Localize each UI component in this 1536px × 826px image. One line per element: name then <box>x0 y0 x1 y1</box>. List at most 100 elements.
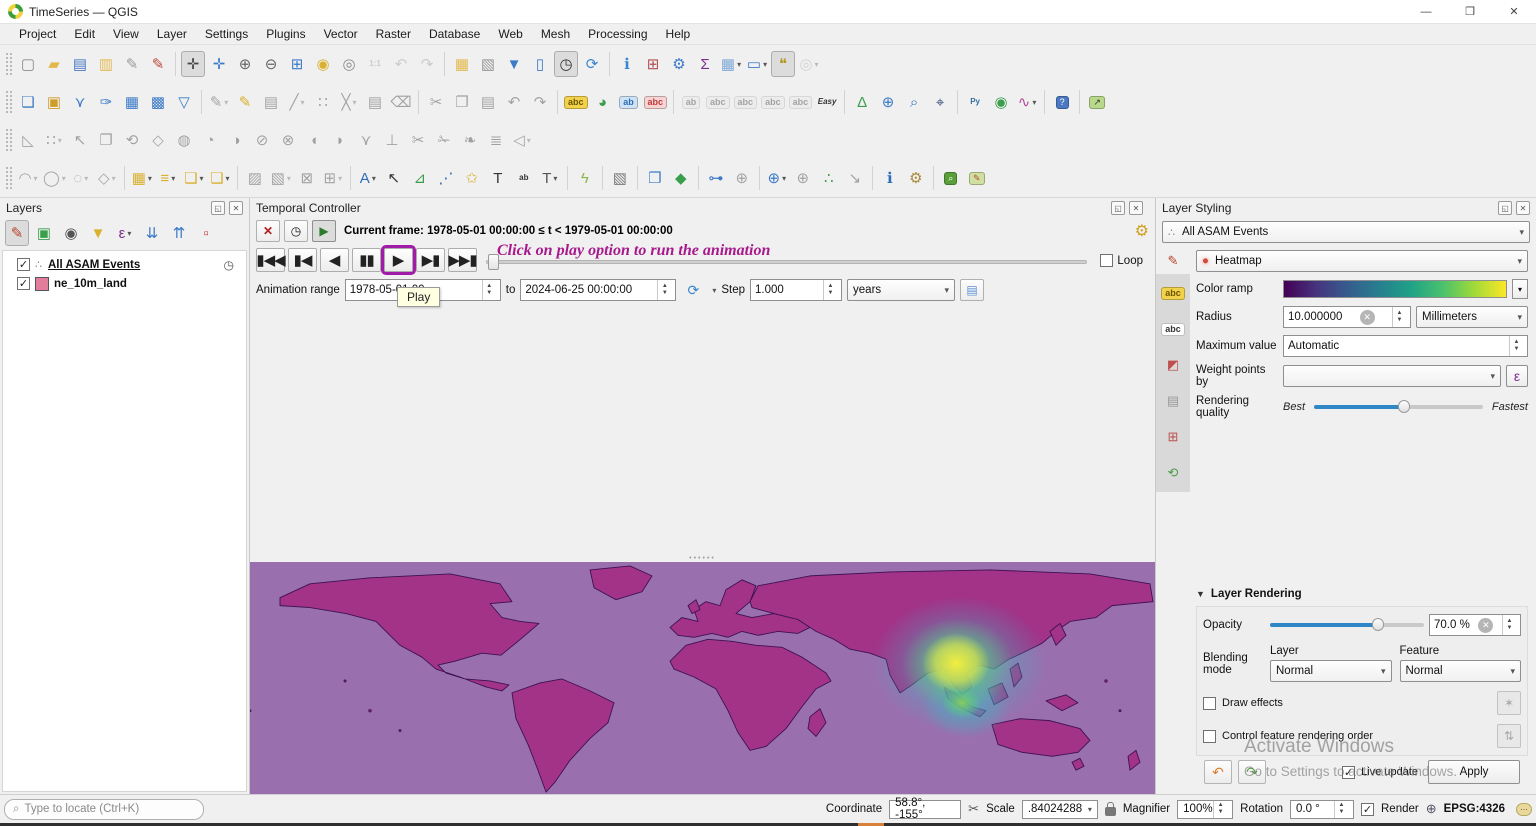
skip-to-end-button[interactable]: ▶▶▮ <box>448 248 477 272</box>
layer-visibility-checkbox[interactable]: ✓ <box>17 277 30 290</box>
shortcut-arrow-icon[interactable]: ↗ <box>1085 89 1109 115</box>
filter-expression-icon[interactable]: ε▾ <box>113 220 137 246</box>
spinner-arrows-icon[interactable]: ▲▼ <box>1392 307 1406 327</box>
history-tab-icon[interactable]: ⟲ <box>1160 460 1186 486</box>
dropdown-arrow[interactable]: ▾ <box>127 229 131 238</box>
new-shapefile-icon[interactable]: ⋎ <box>68 89 92 115</box>
menu-web[interactable]: Web <box>489 25 531 43</box>
dropdown-arrow[interactable]: ▾ <box>763 60 767 69</box>
radius-unit-combo[interactable]: Millimeters ▾ <box>1416 306 1528 328</box>
menu-processing[interactable]: Processing <box>579 25 656 43</box>
float-panel-icon[interactable]: ◱ <box>1498 201 1512 215</box>
symbology-tab-icon[interactable]: ✎ <box>1156 248 1190 274</box>
loop-control[interactable]: Loop <box>1100 254 1143 267</box>
filter-legend-icon[interactable]: ▼ <box>86 220 110 246</box>
pan-to-selection-icon[interactable]: ✛ <box>207 51 231 77</box>
new-spatialite-icon[interactable]: ✑ <box>94 89 118 115</box>
zoom-out-icon[interactable]: ⊖ <box>259 51 283 77</box>
spinner-arrows-icon[interactable]: ▲▼ <box>1213 801 1227 818</box>
dropdown-arrow[interactable]: ▾ <box>338 174 342 183</box>
dropdown-arrow[interactable]: ▾ <box>1032 98 1036 107</box>
coordinate-input[interactable]: 58.8°, -155° <box>889 800 961 819</box>
pin-labels-icon[interactable]: ab <box>617 89 641 115</box>
dropdown-arrow[interactable]: ▾ <box>301 98 305 107</box>
python-console-icon[interactable]: Py <box>963 89 987 115</box>
maximize-button[interactable]: ❐ <box>1448 0 1492 24</box>
dropdown-arrow[interactable]: ▾ <box>737 60 741 69</box>
previous-frame-button[interactable]: ▮◀ <box>288 248 317 272</box>
form-annotation-icon[interactable]: T▾ <box>538 165 562 191</box>
step-unit-combo[interactable]: years ▾ <box>847 279 955 301</box>
nominatim-lightning-icon[interactable]: ϟ <box>573 165 597 191</box>
dropdown-arrow[interactable]: ▾ <box>171 174 175 183</box>
rotation-input[interactable]: 0.0 °▲▼ <box>1290 800 1354 819</box>
add-line-annotation-icon[interactable]: ⋰ <box>434 165 458 191</box>
dropdown-arrow[interactable]: ▾ <box>200 174 204 183</box>
menu-raster[interactable]: Raster <box>367 25 420 43</box>
menu-project[interactable]: Project <box>10 25 65 43</box>
layer-blend-combo[interactable]: Normal▾ <box>1270 660 1392 682</box>
data-source-manager-icon[interactable]: ❏ <box>16 89 40 115</box>
play-button[interactable]: ▶ <box>384 248 413 272</box>
epsg-code[interactable]: EPSG:4326 <box>1444 803 1505 815</box>
scale-combo[interactable]: .84024288▾ <box>1022 800 1098 819</box>
show-bookmarks-icon[interactable]: ▯ <box>528 51 552 77</box>
menu-layer[interactable]: Layer <box>148 25 196 43</box>
control-order-checkbox[interactable] <box>1203 730 1216 743</box>
step-input[interactable]: 1.000 ▲▼ <box>750 279 842 301</box>
new-spatial-bookmark-icon[interactable]: ▼ <box>502 51 526 77</box>
dropdown-arrow[interactable]: ▾ <box>148 174 152 183</box>
apply-button[interactable]: Apply <box>1428 760 1520 784</box>
animated-navigation-button[interactable]: ▶ <box>312 220 336 242</box>
clear-value-icon[interactable]: ✕ <box>1478 618 1493 633</box>
measure-icon[interactable]: ▭▾ <box>745 51 769 77</box>
live-update-checkbox[interactable]: ✓ <box>1342 766 1355 779</box>
render-checkbox[interactable]: ✓ <box>1361 803 1374 816</box>
advanced-digitizing-icon[interactable]: Δ <box>850 89 874 115</box>
layer-rendering-header[interactable]: ▼ Layer Rendering <box>1196 588 1528 600</box>
layer-label[interactable]: ne_10m_land <box>54 278 127 290</box>
new-mesh-layer-icon[interactable]: ▩ <box>146 89 170 115</box>
style-redo-button[interactable]: ↷ <box>1238 760 1266 784</box>
dropdown-arrow[interactable]: ▾ <box>34 174 38 183</box>
dropdown-arrow[interactable]: ▾ <box>353 98 357 107</box>
expand-all-icon[interactable]: ⇊ <box>140 220 164 246</box>
highlight-pinned-labels-icon[interactable]: abc <box>643 89 669 115</box>
menu-view[interactable]: View <box>104 25 148 43</box>
metadata-info-icon[interactable]: ℹ <box>878 165 902 191</box>
extents-toggle-icon[interactable]: ✂ <box>968 801 979 817</box>
temporal-controller-icon[interactable]: ◷ <box>554 51 578 77</box>
weight-points-combo[interactable]: ▾ <box>1283 365 1501 387</box>
opacity-slider-handle[interactable] <box>1372 618 1384 631</box>
spinner-arrows-icon[interactable]: ▲▼ <box>482 280 496 300</box>
collapse-all-icon[interactable]: ⇈ <box>167 220 191 246</box>
draw-effects-checkbox[interactable] <box>1203 697 1216 710</box>
select-by-value-icon[interactable]: ≡▾ <box>156 165 180 191</box>
layer-label[interactable]: All ASAM Events <box>48 259 140 271</box>
spinner-arrows-icon[interactable]: ▲▼ <box>1502 615 1516 635</box>
radius-input[interactable]: 10.000000 ✕ ▲▼ <box>1283 306 1411 328</box>
dropdown-arrow[interactable]: ▾ <box>553 174 557 183</box>
dropdown-arrow[interactable]: ▾ <box>815 60 819 69</box>
spinner-arrows-icon[interactable]: ▲▼ <box>1334 801 1348 818</box>
play-backward-button[interactable]: ◀ <box>320 248 349 272</box>
feature-blend-combo[interactable]: Normal▾ <box>1400 660 1522 682</box>
map-edit-icon[interactable]: ✎ <box>965 165 989 191</box>
dropdown-arrow[interactable]: ▾ <box>224 98 228 107</box>
lock-scale-icon[interactable] <box>1105 807 1116 816</box>
loop-checkbox[interactable] <box>1100 254 1113 267</box>
labels-tab-icon[interactable]: abc <box>1160 280 1186 306</box>
dropdown-arrow[interactable]: ▾ <box>84 174 88 183</box>
menu-database[interactable]: Database <box>420 25 489 43</box>
styling-layer-combo[interactable]: ∴ All ASAM Events ▾ <box>1162 221 1530 243</box>
dropdown-arrow[interactable]: ▾ <box>226 174 230 183</box>
next-frame-button[interactable]: ▶▮ <box>416 248 445 272</box>
close-panel-icon[interactable]: ✕ <box>229 201 243 215</box>
diagrams-tab-icon[interactable]: ▤ <box>1160 388 1186 414</box>
dropdown-arrow[interactable]: ▾ <box>287 174 291 183</box>
style-manager-icon[interactable]: ✎ <box>146 51 170 77</box>
spinner-arrows-icon[interactable]: ▲▼ <box>657 280 671 300</box>
float-panel-icon[interactable]: ◱ <box>211 201 225 215</box>
new-project-icon[interactable]: ▢ <box>16 51 40 77</box>
close-button[interactable]: ✕ <box>1492 0 1536 24</box>
